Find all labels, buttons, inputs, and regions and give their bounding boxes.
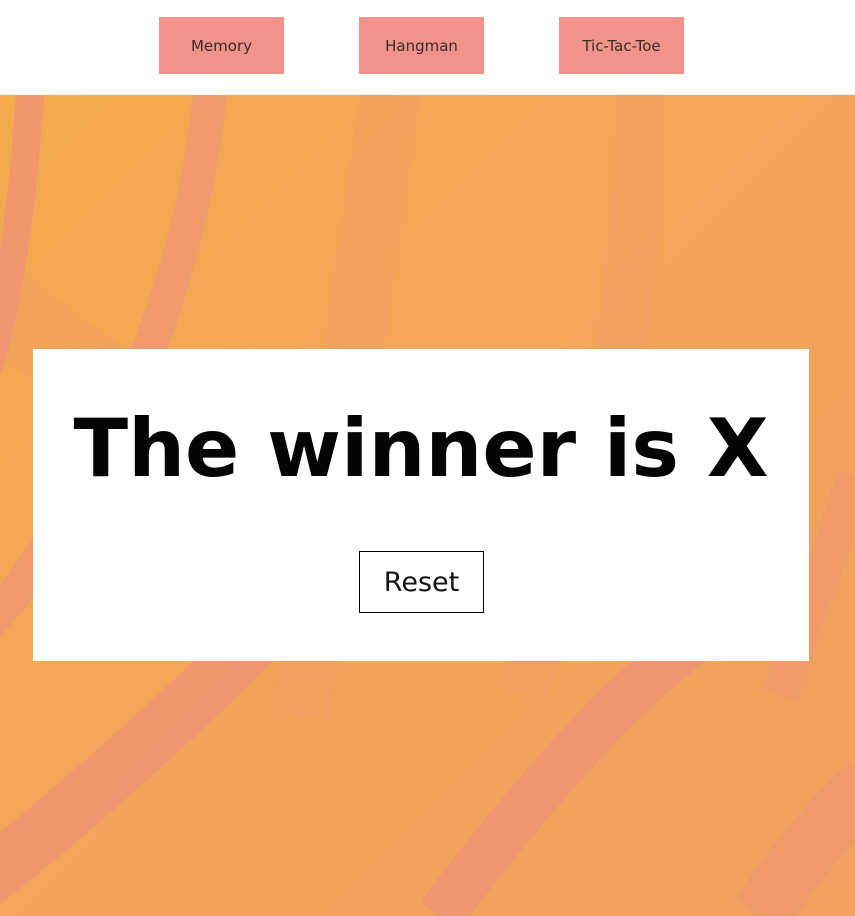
reset-button[interactable]: Reset (359, 551, 484, 613)
winner-message: The winner is X (73, 402, 769, 495)
nav-button-hangman[interactable]: Hangman (359, 17, 484, 74)
game-area: The winner is X Reset (0, 95, 855, 916)
nav-button-tic-tac-toe[interactable]: Tic-Tac-Toe (559, 17, 684, 74)
result-card: The winner is X Reset (33, 349, 809, 661)
nav-button-memory[interactable]: Memory (159, 17, 284, 74)
top-navigation: Memory Hangman Tic-Tac-Toe (0, 0, 855, 95)
